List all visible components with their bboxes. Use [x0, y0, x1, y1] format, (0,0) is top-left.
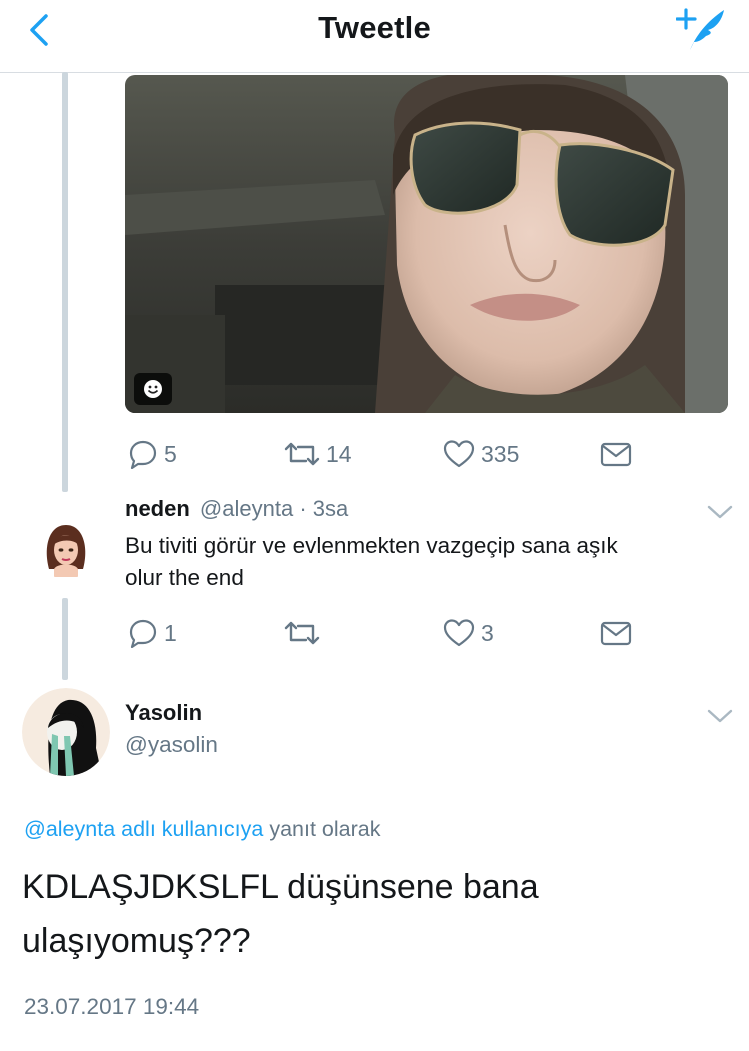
like-count: 3	[481, 619, 494, 646]
chevron-down-icon[interactable]	[705, 502, 735, 522]
smiley-icon	[144, 380, 162, 398]
avatar[interactable]	[35, 517, 97, 579]
retweet-icon	[284, 442, 320, 466]
page-title: Tweetle	[318, 10, 431, 45]
tweet-text-line: KDLAŞJDKSLFL düşünsene bana	[22, 868, 539, 906]
chevron-down-icon[interactable]	[705, 706, 735, 726]
user-handle[interactable]: @yasolin	[125, 732, 218, 758]
like-button[interactable]: 335	[443, 434, 519, 474]
compose-tweet-icon[interactable]	[676, 6, 728, 54]
display-name[interactable]: Yasolin	[125, 700, 202, 726]
tweet-photo[interactable]	[125, 75, 728, 413]
envelope-icon	[600, 442, 632, 467]
reply-count: 1	[164, 619, 177, 646]
avatar[interactable]	[22, 688, 110, 776]
like-count: 335	[481, 440, 520, 467]
reply-to-link[interactable]: @aleynta adlı kullanıcıya	[24, 817, 263, 841]
tweet-text-line: ulaşıyomuş???	[22, 922, 251, 960]
display-name[interactable]: neden	[125, 496, 190, 521]
tweet-time: 3sa	[312, 496, 349, 521]
envelope-icon	[600, 621, 632, 646]
retweet-icon	[284, 621, 320, 645]
thread-connector	[62, 72, 68, 492]
tweet-text: Bu tiviti görür ve evlenmekten vazgeçip …	[125, 530, 735, 594]
direct-message-button[interactable]	[600, 613, 632, 653]
user-handle[interactable]: @aleynta	[200, 496, 293, 521]
tweet-timestamp: 23.07.2017 19:44	[24, 994, 200, 1019]
retweet-count: 14	[326, 440, 352, 467]
reply-context-suffix: yanıt olarak	[269, 817, 381, 841]
tweet-text-line: Bu tiviti görür ve evlenmekten vazgeçip …	[125, 533, 618, 558]
separator: ·	[299, 496, 307, 521]
tweet-header: neden @aleynta · 3sa	[125, 496, 348, 522]
thread-connector	[62, 598, 68, 680]
reply-button[interactable]: 1	[128, 613, 177, 653]
heart-icon	[443, 619, 475, 647]
reply-icon	[129, 619, 157, 648]
reply-context: @aleynta adlı kullanıcıya yanıt olarak	[24, 817, 381, 842]
reply-button[interactable]: 5	[128, 434, 177, 474]
reply-icon	[129, 440, 157, 469]
tweet-text: KDLAŞJDKSLFL düşünsene bana ulaşıyomuş??…	[22, 860, 539, 968]
retweet-button[interactable]: 14	[284, 434, 352, 474]
tweet-text-line: olur the end	[125, 565, 244, 590]
heart-icon	[443, 440, 475, 468]
like-button[interactable]: 3	[443, 613, 494, 653]
direct-message-button[interactable]	[600, 434, 632, 474]
reply-count: 5	[164, 440, 177, 467]
retweet-button[interactable]	[284, 613, 320, 653]
